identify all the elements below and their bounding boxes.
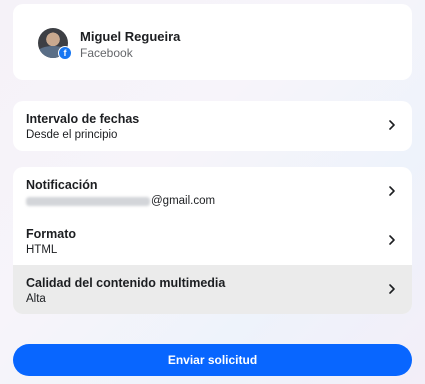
date-range-value: Desde el principio <box>26 129 118 141</box>
format-row[interactable]: Formato HTML <box>13 216 412 265</box>
account-name: Miguel Regueira <box>80 29 181 44</box>
date-range-title: Intervalo de fechas <box>26 112 140 126</box>
notification-row[interactable]: Notificación @gmail.com <box>13 167 412 216</box>
date-range-card: Intervalo de fechas Desde el principio <box>13 101 412 151</box>
notification-title: Notificación <box>26 178 98 192</box>
notification-email: @gmail.com <box>26 195 215 207</box>
chevron-right-icon <box>389 120 395 130</box>
redacted-email <box>26 196 150 206</box>
chevron-right-icon <box>389 235 395 245</box>
facebook-icon: f <box>58 46 72 60</box>
chevron-right-icon <box>389 186 395 196</box>
format-value: HTML <box>26 244 58 256</box>
date-range-row[interactable]: Intervalo de fechas Desde el principio <box>13 101 412 150</box>
account-network: Facebook <box>80 46 133 60</box>
settings-card: Notificación @gmail.com Formato HTML Cal… <box>13 167 412 314</box>
chevron-right-icon <box>389 284 395 294</box>
account-card: f Miguel Regueira Facebook <box>13 4 412 80</box>
media-quality-row[interactable]: Calidad del contenido multimedia Alta <box>13 265 412 314</box>
email-domain: @gmail.com <box>151 195 216 207</box>
media-quality-title: Calidad del contenido multimedia <box>26 276 226 290</box>
submit-request-button[interactable]: Enviar solicitud <box>13 344 412 376</box>
format-title: Formato <box>26 227 76 241</box>
media-quality-value: Alta <box>26 293 46 305</box>
